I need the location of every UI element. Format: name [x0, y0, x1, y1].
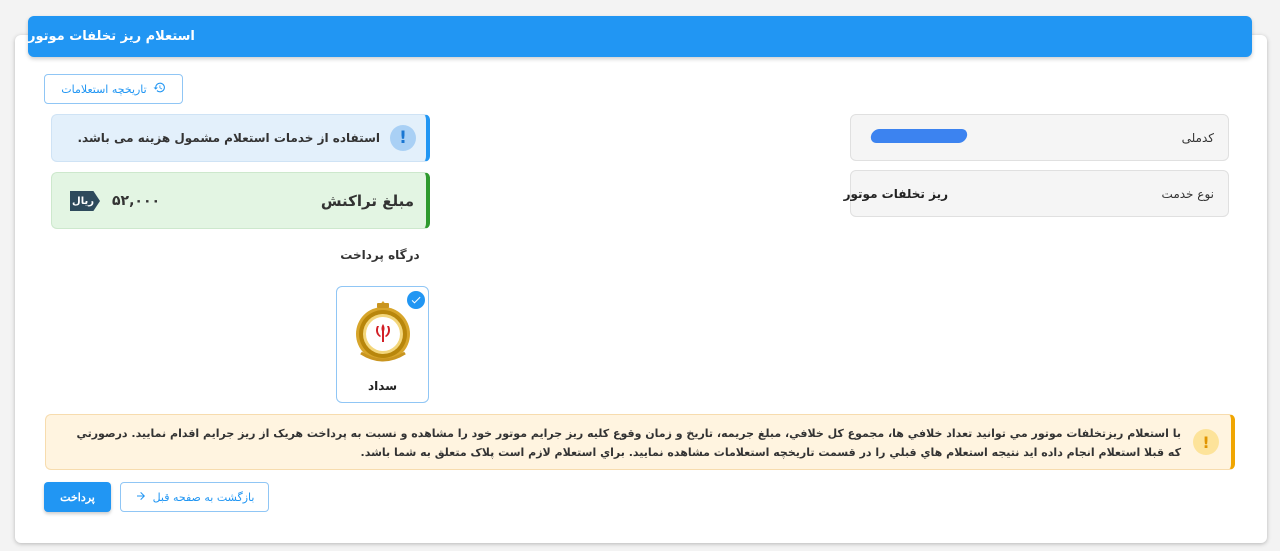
info-alert-text: استفاده از خدمات استعلام مشمول هزینه می … — [77, 131, 381, 145]
national-code-field[interactable]: کدملی — [850, 114, 1229, 161]
history-button[interactable]: تاریخچه استعلامات — [44, 74, 183, 104]
gateway-title: درگاه پرداخت — [340, 248, 420, 262]
info-alert: استفاده از خدمات استعلام مشمول هزینه می … — [51, 114, 430, 162]
page-header: استعلام ریز تخلفات موتور — [28, 16, 1252, 57]
arrow-right-icon — [135, 490, 147, 505]
warning-icon: ! — [1193, 429, 1219, 455]
amount-value: ۵۲,۰۰۰ — [112, 192, 161, 209]
service-type-value: ریز تخلفات موتور — [843, 186, 948, 201]
warning-alert: ! با استعلام ریزتخلفات موتور مي توانيد ت… — [45, 414, 1235, 470]
redacted-value — [869, 129, 969, 143]
page-title: استعلام ریز تخلفات موتور — [28, 29, 195, 44]
service-type-field: نوع خدمت ریز تخلفات موتور — [844, 170, 1229, 217]
service-type-label: نوع خدمت — [1161, 186, 1214, 201]
gateway-label: سداد — [367, 379, 397, 393]
back-button-label: بازگشت به صفحه قبل — [152, 490, 255, 504]
pay-button[interactable]: پرداخت — [44, 482, 111, 512]
selected-check-icon — [407, 291, 425, 309]
bank-melli-logo-icon — [356, 301, 410, 362]
warning-text: با استعلام ریزتخلفات موتور مي توانيد تعد… — [76, 427, 1181, 459]
history-button-label: تاریخچه استعلامات — [61, 82, 147, 96]
gateway-option-sadad[interactable]: سداد — [336, 286, 429, 403]
amount-title: مبلغ تراکنش — [320, 191, 414, 210]
currency-tag: ریال — [70, 191, 100, 211]
transaction-amount-box: مبلغ تراکنش ۵۲,۰۰۰ ریال — [51, 172, 430, 229]
national-code-label: کدملی — [1181, 130, 1214, 145]
history-icon — [153, 81, 166, 97]
info-icon: ! — [390, 125, 416, 151]
back-button[interactable]: بازگشت به صفحه قبل — [120, 482, 269, 512]
